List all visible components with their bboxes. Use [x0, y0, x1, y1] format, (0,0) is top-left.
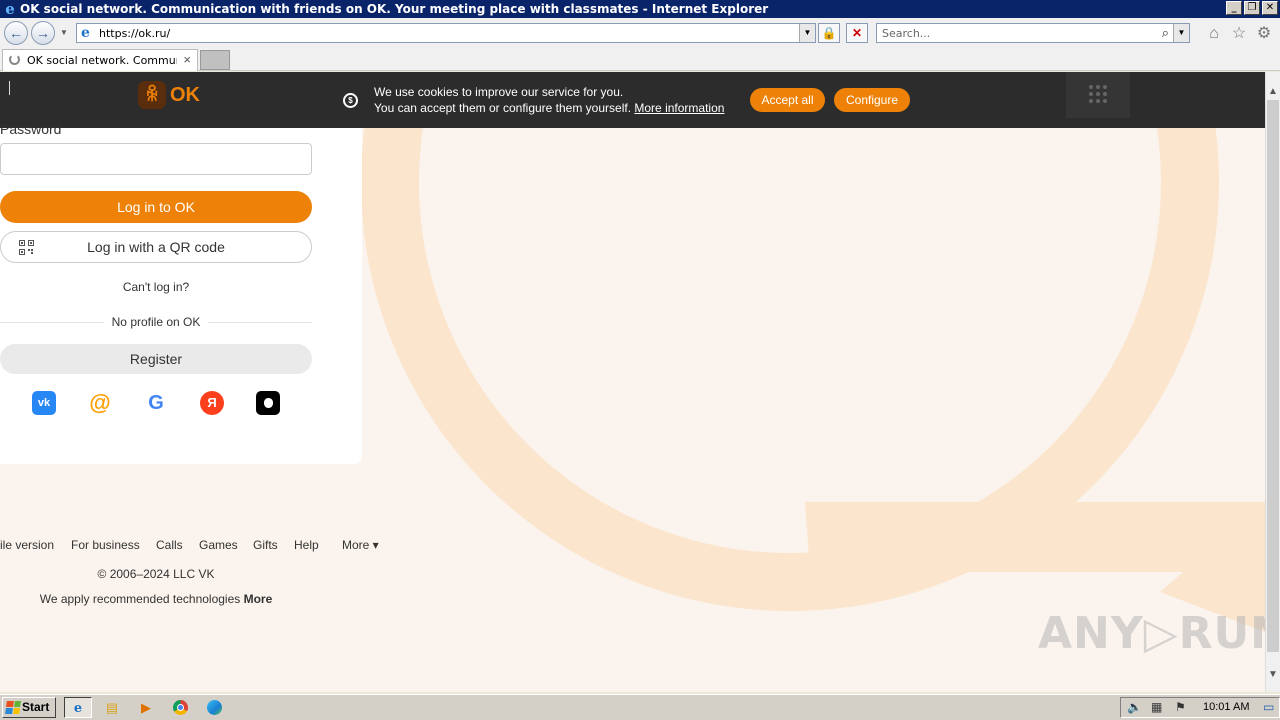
close-window-button[interactable]: ✕ [1262, 1, 1278, 15]
restore-button[interactable]: ❐ [1244, 1, 1260, 15]
google-login-icon[interactable]: G [144, 391, 168, 415]
footer-link-mobile[interactable]: ile version [0, 538, 54, 552]
lock-icon[interactable]: 🔒 [818, 23, 840, 43]
text-caret [9, 81, 10, 95]
footer-link-business[interactable]: For business [71, 538, 140, 552]
cookie-more-info-link[interactable]: More information [634, 101, 724, 115]
cookie-shield-icon: $ [343, 93, 358, 108]
window-controls: _ ❐ ✕ [1226, 1, 1278, 15]
vertical-scrollbar[interactable]: ▲ ▼ [1265, 72, 1280, 692]
qr-code-icon [19, 240, 34, 255]
accept-all-button[interactable]: Accept all [750, 88, 825, 112]
vk-login-icon[interactable]: vk [32, 391, 56, 415]
page-viewport: Password Log in to OK Log in with a QR c… [0, 72, 1265, 692]
volume-icon[interactable]: 🔈 [1127, 700, 1142, 714]
start-button[interactable]: Start [2, 697, 56, 718]
ok-logo[interactable]: ꆜ OK [138, 81, 200, 109]
taskbar: Start e ▤ ▶ 🔈 ▦ ⚑ 10:01 AM ▭ [0, 694, 1280, 720]
back-button[interactable]: ← [4, 21, 28, 45]
taskbar-ie-icon[interactable]: e [64, 697, 92, 718]
anyrun-watermark: ANY▷RUN [1038, 608, 1265, 659]
configure-button[interactable]: Configure [834, 88, 910, 112]
taskbar-edge-icon[interactable] [200, 697, 228, 718]
search-box[interactable]: Search... ⌕ ▼ [876, 23, 1190, 43]
technologies-note: We apply recommended technologies More [0, 592, 312, 606]
apps-menu-button[interactable] [1066, 72, 1130, 118]
ok-logo-icon: ꆜ [138, 81, 166, 109]
address-url[interactable]: https://ok.ru/ [99, 27, 170, 40]
apple-glyph-icon [263, 398, 273, 408]
favorites-star-icon[interactable]: ☆ [1230, 25, 1248, 43]
minimize-button[interactable]: _ [1226, 1, 1242, 15]
technologies-text: We apply recommended technologies [39, 592, 244, 606]
qr-login-button[interactable]: Log in with a QR code [0, 231, 312, 263]
taskbar-chrome-icon[interactable] [166, 697, 194, 718]
password-label: Password [0, 121, 62, 137]
scroll-down-icon[interactable]: ▼ [1268, 669, 1278, 680]
footer-link-gifts[interactable]: Gifts [253, 538, 278, 552]
password-field[interactable] [0, 143, 312, 175]
loading-spinner-icon [9, 54, 20, 65]
footer-link-calls[interactable]: Calls [156, 538, 183, 552]
window-titlebar: e OK social network. Communication with … [0, 0, 1280, 18]
no-profile-text: No profile on OK [111, 315, 201, 329]
search-dropdown-icon[interactable]: ▼ [1173, 24, 1189, 42]
search-icon[interactable]: ⌕ [1162, 25, 1169, 41]
start-label[interactable]: Start [22, 700, 49, 714]
apps-grid-icon [1089, 85, 1107, 103]
navigation-bar: ← → ▼ e https://ok.ru/ ▼ 🔒 ✕ Search... ⌕… [0, 18, 1280, 48]
new-tab-button[interactable] [200, 50, 230, 70]
stop-button[interactable]: ✕ [846, 23, 868, 43]
scroll-up-icon[interactable]: ▲ [1268, 86, 1278, 97]
tab-close-icon[interactable]: × [183, 52, 191, 67]
settings-gear-icon[interactable]: ⚙ [1255, 25, 1273, 43]
qr-login-label[interactable]: Log in with a QR code [87, 239, 225, 255]
windows-flag-icon [5, 701, 21, 714]
system-tray: 🔈 ▦ ⚑ 10:01 AM ▭ [1120, 697, 1280, 718]
search-placeholder[interactable]: Search... [882, 27, 930, 40]
mail-login-icon[interactable]: @ [88, 391, 112, 415]
cookie-banner: ꆜ OK $ We use cookies to improve our ser… [0, 72, 1265, 128]
taskbar-explorer-icon[interactable]: ▤ [98, 697, 126, 718]
yandex-login-icon[interactable]: Я [200, 391, 224, 415]
tab-bar: OK social network. Communi... × [0, 48, 1280, 71]
footer-link-help[interactable]: Help [294, 538, 319, 552]
taskbar-media-player-icon[interactable]: ▶ [132, 697, 160, 718]
scroll-thumb[interactable] [1267, 100, 1279, 652]
show-desktop-icon[interactable]: ▭ [1263, 700, 1274, 714]
history-dropdown-icon[interactable]: ▼ [60, 28, 68, 37]
address-bar[interactable]: e https://ok.ru/ ▼ [76, 23, 816, 43]
network-icon[interactable]: ▦ [1151, 700, 1162, 714]
cookie-text-line2-body: You can accept them or configure them yo… [374, 101, 632, 115]
technologies-more-link[interactable]: More [244, 592, 273, 606]
footer-link-games[interactable]: Games [199, 538, 238, 552]
action-center-flag-icon[interactable]: ⚑ [1175, 700, 1186, 714]
page-favicon-icon: e [81, 25, 90, 41]
window-title: OK social network. Communication with fr… [20, 2, 769, 16]
login-button[interactable]: Log in to OK [0, 191, 312, 223]
footer-link-more[interactable]: More ▾ [342, 538, 379, 552]
cookie-text-line1: We use cookies to improve our service fo… [374, 85, 624, 99]
cant-login-link[interactable]: Can't log in? [0, 280, 312, 294]
address-dropdown-icon[interactable]: ▼ [799, 24, 815, 42]
ie-icon: e [5, 0, 15, 18]
copyright: © 2006–2024 LLC VK [97, 567, 215, 581]
tab-ok[interactable]: OK social network. Communi... × [2, 49, 198, 71]
screen: e OK social network. Communication with … [0, 0, 1280, 720]
clock[interactable]: 10:01 AM [1203, 701, 1249, 713]
tab-label[interactable]: OK social network. Communi... [27, 54, 177, 67]
register-button[interactable]: Register [0, 344, 312, 374]
home-icon[interactable]: ⌂ [1205, 25, 1223, 43]
forward-button[interactable]: → [31, 21, 55, 45]
apple-login-icon[interactable] [256, 391, 280, 415]
cookie-text-line2: You can accept them or configure them yo… [374, 101, 724, 115]
ok-logo-text: OK [170, 83, 200, 106]
